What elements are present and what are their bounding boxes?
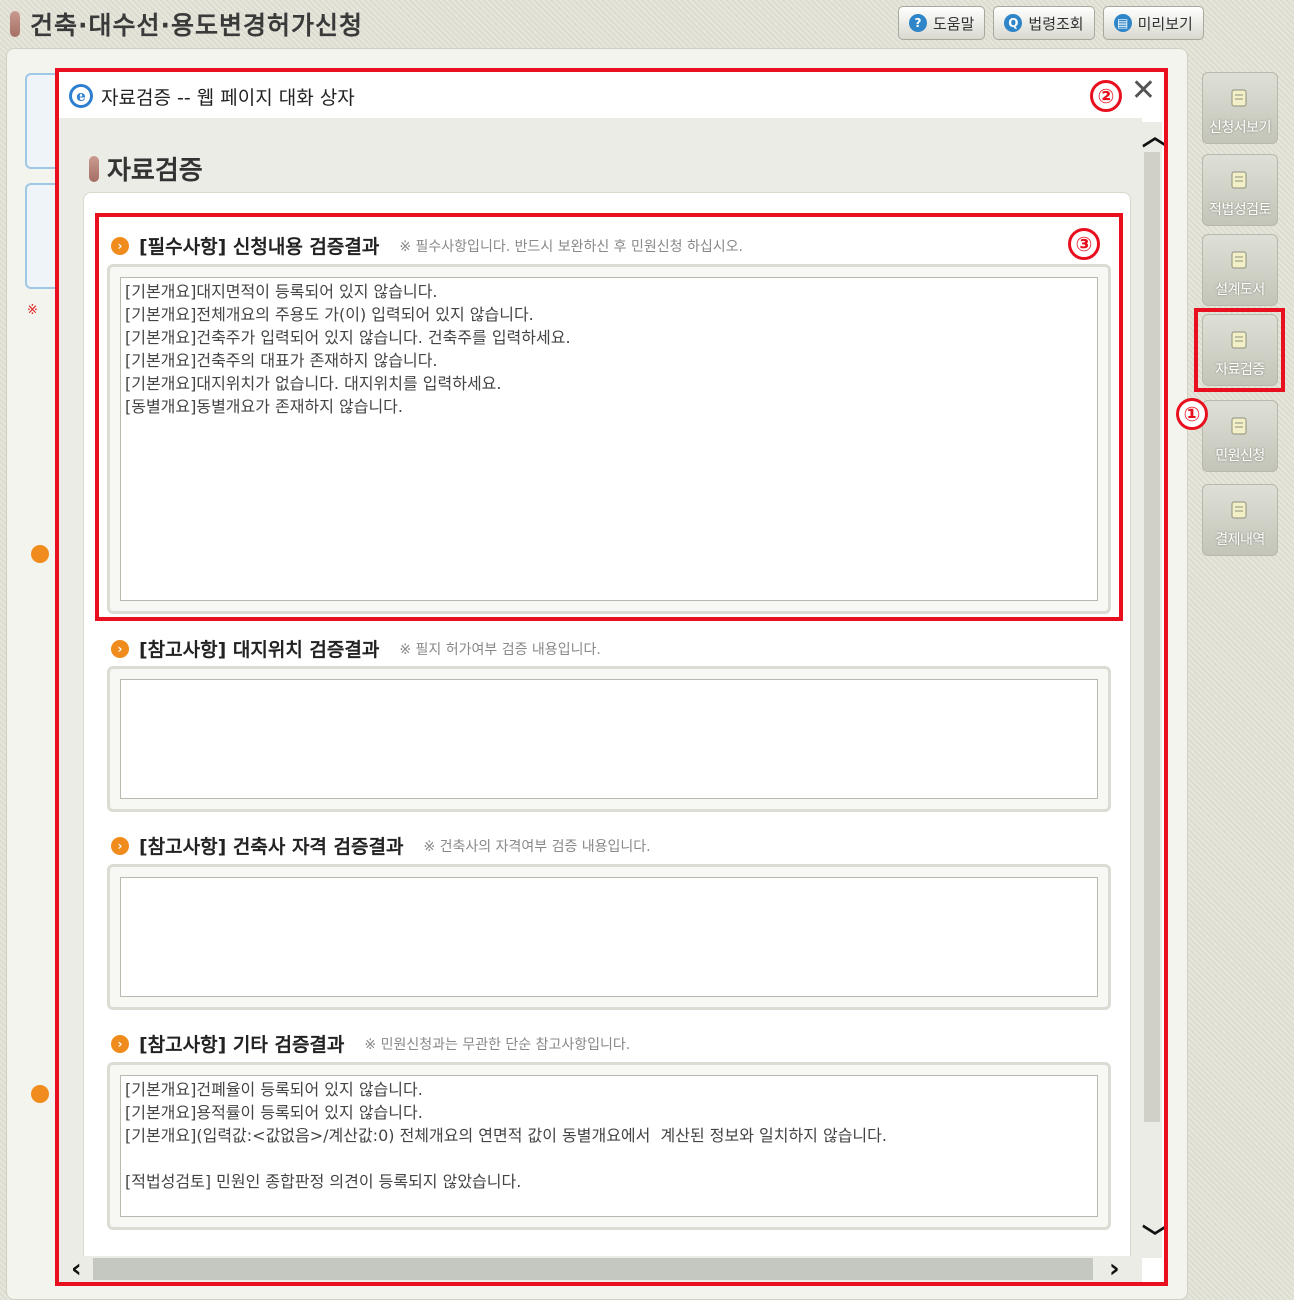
side-nav-label: 민원신청 <box>1215 448 1265 464</box>
required-result-highlight-frame <box>95 213 1123 621</box>
preview-button[interactable]: ▤ 미리보기 <box>1102 6 1204 40</box>
help-button[interactable]: ? 도움말 <box>898 6 986 40</box>
document-icon <box>1231 417 1247 435</box>
top-toolbar: ? 도움말 Q 법령조회 ▤ 미리보기 <box>898 6 1204 40</box>
annotation-number-2: ② <box>1090 80 1122 112</box>
side-nav-highlight-frame <box>1194 308 1285 392</box>
page-title: 건축·대수선·용도변경허가신청 <box>30 11 363 40</box>
help-icon: ? <box>909 14 927 32</box>
side-nav-submit-application[interactable]: 민원신청 <box>1202 400 1278 472</box>
side-nav-label: 설계도서 <box>1215 282 1265 298</box>
preview-button-label: 미리보기 <box>1137 14 1193 33</box>
preview-icon: ▤ <box>1113 14 1132 32</box>
document-icon <box>1231 501 1247 519</box>
side-nav-design-docs[interactable]: 설계도서 <box>1202 234 1278 306</box>
document-icon <box>1231 89 1247 107</box>
side-nav-label: 결제내역 <box>1215 532 1265 548</box>
search-icon: Q <box>1004 14 1023 32</box>
background-bullet-icon <box>31 545 49 563</box>
law-search-button[interactable]: Q 법령조회 <box>993 6 1095 40</box>
law-search-button-label: 법령조회 <box>1028 14 1084 33</box>
side-nav-label: 신청서보기 <box>1209 120 1271 136</box>
title-marker <box>10 11 20 37</box>
page-header: 건축·대수선·용도변경허가신청 <box>10 6 363 42</box>
side-nav-legality-review[interactable]: 적법성검토 <box>1202 154 1278 226</box>
annotation-number-3: ③ <box>1068 228 1100 260</box>
side-nav-view-application[interactable]: 신청서보기 <box>1202 72 1278 144</box>
background-note-marker: ※ <box>27 303 38 318</box>
help-button-label: 도움말 <box>933 14 975 33</box>
document-icon <box>1231 251 1247 269</box>
document-icon <box>1231 171 1247 189</box>
annotation-number-1: ① <box>1176 398 1208 430</box>
background-bullet-icon <box>31 1085 49 1103</box>
side-nav-label: 적법성검토 <box>1209 202 1271 218</box>
side-nav-payment-history[interactable]: 결제내역 <box>1202 484 1278 556</box>
